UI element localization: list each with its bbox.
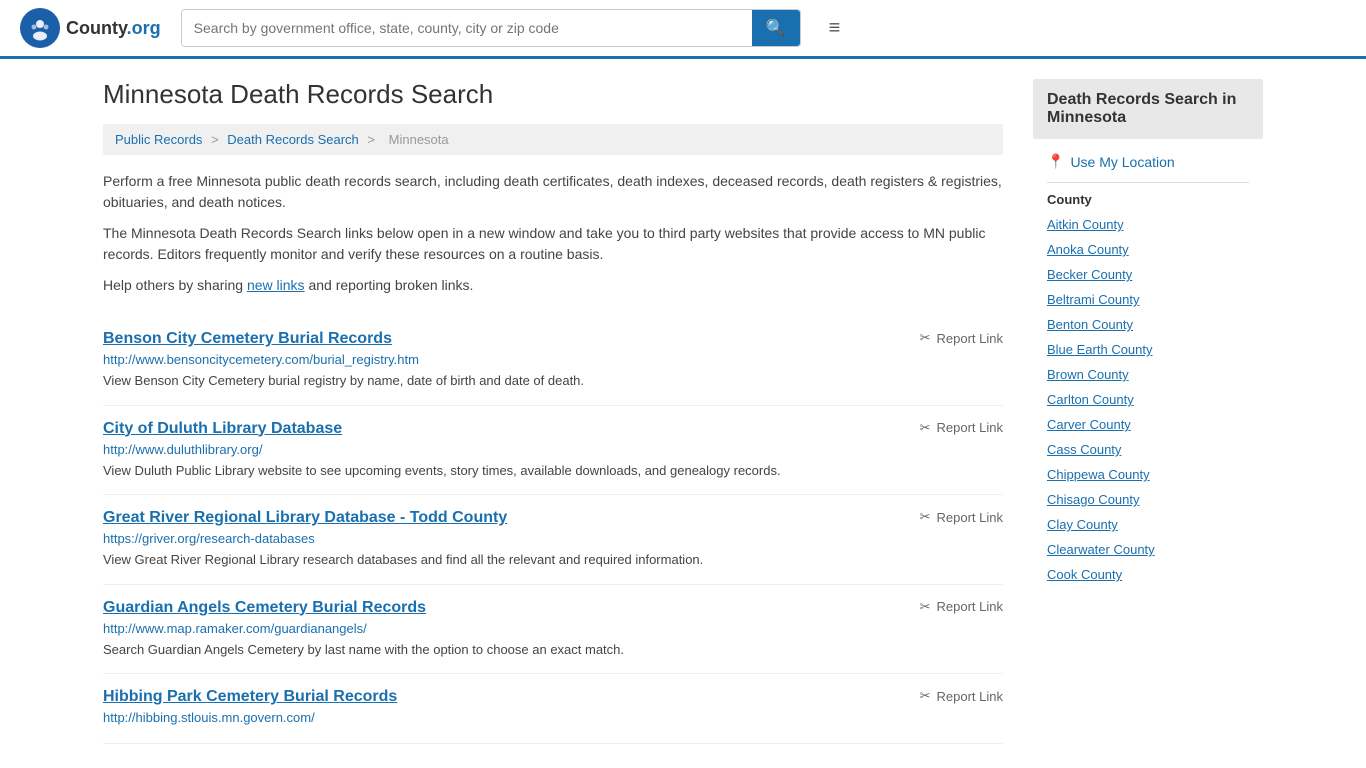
record-url: https://griver.org/research-databases <box>103 531 1003 546</box>
county-item-beltrami[interactable]: Beltrami County <box>1047 287 1249 312</box>
record-url-link[interactable]: http://www.bensoncitycemetery.com/burial… <box>103 352 419 367</box>
report-link-button[interactable]: ✂ Report Link <box>920 509 1003 525</box>
page-title: Minnesota Death Records Search <box>103 79 1003 110</box>
record-header: Hibbing Park Cemetery Burial Records ✂ R… <box>103 688 1003 706</box>
county-item-brown[interactable]: Brown County <box>1047 362 1249 387</box>
record-title[interactable]: Great River Regional Library Database - … <box>103 509 507 527</box>
use-my-location-label: Use My Location <box>1070 154 1174 170</box>
record-url-link[interactable]: http://hibbing.stlouis.mn.govern.com/ <box>103 710 315 725</box>
county-item-anoka[interactable]: Anoka County <box>1047 237 1249 262</box>
description-1: Perform a free Minnesota public death re… <box>103 171 1003 213</box>
report-link-button[interactable]: ✂ Report Link <box>920 688 1003 704</box>
record-header: Great River Regional Library Database - … <box>103 509 1003 527</box>
logo-icon <box>20 8 60 48</box>
breadcrumb-minnesota: Minnesota <box>389 132 449 147</box>
record-url-link[interactable]: http://www.map.ramaker.com/guardianangel… <box>103 621 367 636</box>
report-label: Report Link <box>937 689 1003 704</box>
location-pin-icon: 📍 <box>1047 153 1064 170</box>
record-url-link[interactable]: http://www.duluthlibrary.org/ <box>103 442 262 457</box>
description-3: Help others by sharing new links and rep… <box>103 275 1003 296</box>
record-item: Hibbing Park Cemetery Burial Records ✂ R… <box>103 674 1003 744</box>
report-icon: ✂ <box>920 599 931 615</box>
site-header: County.org 🔍 ≡ <box>0 0 1366 59</box>
logo-text: County.org <box>66 18 161 39</box>
record-item: Great River Regional Library Database - … <box>103 495 1003 585</box>
county-item-becker[interactable]: Becker County <box>1047 262 1249 287</box>
record-url: http://www.map.ramaker.com/guardianangel… <box>103 621 1003 636</box>
county-item-carlton[interactable]: Carlton County <box>1047 387 1249 412</box>
menu-button[interactable]: ≡ <box>821 13 849 44</box>
sidebar: Death Records Search in Minnesota 📍 Use … <box>1033 79 1263 744</box>
report-link-button[interactable]: ✂ Report Link <box>920 599 1003 615</box>
record-item: Guardian Angels Cemetery Burial Records … <box>103 585 1003 675</box>
record-header: City of Duluth Library Database ✂ Report… <box>103 420 1003 438</box>
content-area: Minnesota Death Records Search Public Re… <box>103 79 1003 744</box>
search-input[interactable] <box>182 10 752 46</box>
logo[interactable]: County.org <box>20 8 161 48</box>
county-item-cass[interactable]: Cass County <box>1047 437 1249 462</box>
county-item-cook[interactable]: Cook County <box>1047 562 1249 587</box>
record-url: http://www.duluthlibrary.org/ <box>103 442 1003 457</box>
report-link-button[interactable]: ✂ Report Link <box>920 420 1003 436</box>
record-title[interactable]: City of Duluth Library Database <box>103 420 342 438</box>
report-icon: ✂ <box>920 420 931 436</box>
county-list: County Aitkin County Anoka County Becker… <box>1033 187 1263 587</box>
sidebar-title: Death Records Search in Minnesota <box>1033 79 1263 139</box>
record-url: http://www.bensoncitycemetery.com/burial… <box>103 352 1003 367</box>
county-item-aitkin[interactable]: Aitkin County <box>1047 212 1249 237</box>
breadcrumb-death-records-search[interactable]: Death Records Search <box>227 132 359 147</box>
use-my-location-button[interactable]: 📍 Use My Location <box>1033 149 1189 174</box>
report-link-button[interactable]: ✂ Report Link <box>920 330 1003 346</box>
menu-icon: ≡ <box>829 17 841 39</box>
record-description: View Duluth Public Library website to se… <box>103 461 1003 481</box>
report-label: Report Link <box>937 599 1003 614</box>
record-item: Benson City Cemetery Burial Records ✂ Re… <box>103 316 1003 406</box>
breadcrumb-sep-2: > <box>367 132 378 147</box>
county-item-chippewa[interactable]: Chippewa County <box>1047 462 1249 487</box>
record-description: View Great River Regional Library resear… <box>103 550 1003 570</box>
search-button[interactable]: 🔍 <box>752 10 800 46</box>
description-3-suffix: and reporting broken links. <box>305 277 474 293</box>
new-links-link[interactable]: new links <box>247 277 305 293</box>
breadcrumb-public-records[interactable]: Public Records <box>115 132 202 147</box>
main-container: Minnesota Death Records Search Public Re… <box>83 59 1283 764</box>
county-column-header: County <box>1047 187 1249 212</box>
records-list: Benson City Cemetery Burial Records ✂ Re… <box>103 316 1003 744</box>
report-label: Report Link <box>937 331 1003 346</box>
county-item-blue-earth[interactable]: Blue Earth County <box>1047 337 1249 362</box>
county-item-benton[interactable]: Benton County <box>1047 312 1249 337</box>
record-title[interactable]: Hibbing Park Cemetery Burial Records <box>103 688 397 706</box>
record-url: http://hibbing.stlouis.mn.govern.com/ <box>103 710 1003 725</box>
county-item-clearwater[interactable]: Clearwater County <box>1047 537 1249 562</box>
county-item-clay[interactable]: Clay County <box>1047 512 1249 537</box>
breadcrumb-sep-1: > <box>211 132 222 147</box>
record-title[interactable]: Benson City Cemetery Burial Records <box>103 330 392 348</box>
description-2: The Minnesota Death Records Search links… <box>103 223 1003 265</box>
search-icon: 🔍 <box>766 20 786 37</box>
report-label: Report Link <box>937 420 1003 435</box>
record-header: Guardian Angels Cemetery Burial Records … <box>103 599 1003 617</box>
record-url-link[interactable]: https://griver.org/research-databases <box>103 531 315 546</box>
record-description: Search Guardian Angels Cemetery by last … <box>103 640 1003 660</box>
record-description: View Benson City Cemetery burial registr… <box>103 371 1003 391</box>
report-icon: ✂ <box>920 688 931 704</box>
report-label: Report Link <box>937 510 1003 525</box>
report-icon: ✂ <box>920 509 931 525</box>
county-item-chisago[interactable]: Chisago County <box>1047 487 1249 512</box>
record-header: Benson City Cemetery Burial Records ✂ Re… <box>103 330 1003 348</box>
search-bar: 🔍 <box>181 9 801 47</box>
breadcrumb: Public Records > Death Records Search > … <box>103 124 1003 155</box>
description-3-prefix: Help others by sharing <box>103 277 247 293</box>
record-item: City of Duluth Library Database ✂ Report… <box>103 406 1003 496</box>
county-item-carver[interactable]: Carver County <box>1047 412 1249 437</box>
report-icon: ✂ <box>920 330 931 346</box>
sidebar-divider <box>1047 182 1249 183</box>
record-title[interactable]: Guardian Angels Cemetery Burial Records <box>103 599 426 617</box>
